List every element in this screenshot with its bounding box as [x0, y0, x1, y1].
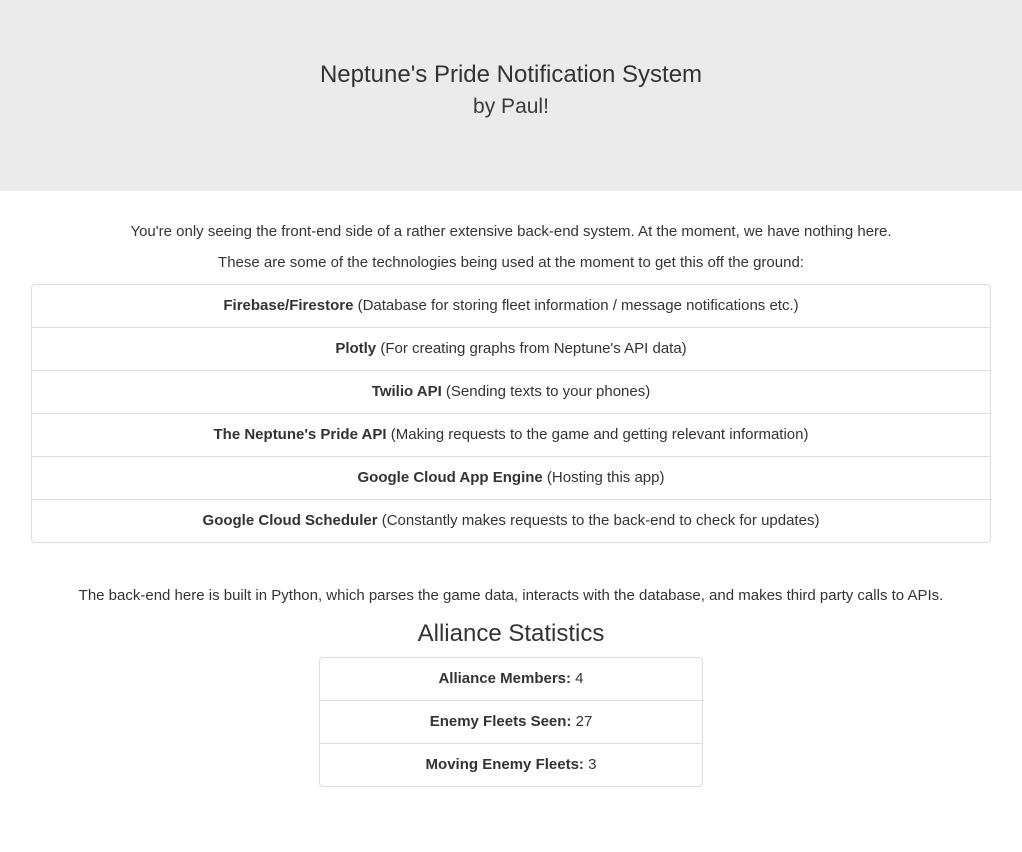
technology-description: (Hosting this app) [542, 469, 665, 486]
stat-item-alliance-members: Alliance Members: 4 [320, 658, 702, 700]
technology-description: (Sending texts to your phones) [441, 383, 651, 400]
technology-name: Google Cloud App Engine [357, 469, 543, 486]
stat-item-enemy-fleets-seen: Enemy Fleets Seen: 27 [320, 700, 702, 743]
alliance-stats-list: Alliance Members: 4 Enemy Fleets Seen: 2… [319, 657, 703, 787]
stat-value: 27 [571, 713, 593, 730]
list-item: Google Cloud Scheduler (Constantly makes… [32, 499, 990, 542]
technology-name: Firebase/Firestore [223, 297, 354, 314]
stats-title: Alliance Statistics [417, 620, 605, 647]
technology-name: The Neptune's Pride API [213, 426, 387, 443]
technology-description: (For creating graphs from Neptune's API … [376, 340, 687, 357]
technology-name: Plotly [335, 340, 377, 357]
intro-text: You're only seeing the front-end side of… [130, 223, 892, 240]
header-jumbotron: Neptune's Pride Notification System by P… [0, 0, 1022, 191]
technology-description: (Database for storing fleet information … [353, 297, 799, 314]
stat-item-moving-enemy-fleets: Moving Enemy Fleets: 3 [320, 743, 702, 786]
stat-value: 4 [571, 670, 584, 687]
technology-name: Google Cloud Scheduler [202, 512, 378, 529]
list-item: The Neptune's Pride API (Making requests… [32, 413, 990, 456]
list-item: Google Cloud App Engine (Hosting this ap… [32, 456, 990, 499]
stat-label: Enemy Fleets Seen: [429, 713, 572, 730]
list-item: Twilio API (Sending texts to your phones… [32, 370, 990, 413]
main-content: You're only seeing the front-end side of… [31, 222, 991, 787]
stat-value: 3 [583, 756, 597, 773]
technology-name: Twilio API [371, 383, 442, 400]
stat-label: Moving Enemy Fleets: [425, 756, 584, 773]
stat-label: Alliance Members: [438, 670, 572, 687]
list-item: Firebase/Firestore (Database for storing… [32, 285, 990, 327]
backend-description: The back-end here is built in Python, wh… [78, 587, 944, 604]
technologies-intro-text: These are some of the technologies being… [218, 254, 804, 271]
page-subtitle: by Paul! [473, 95, 549, 118]
technologies-list: Firebase/Firestore (Database for storing… [31, 284, 991, 543]
page-title: Neptune's Pride Notification System [319, 61, 703, 88]
technology-description: (Constantly makes requests to the back-e… [377, 512, 820, 529]
technology-description: (Making requests to the game and getting… [386, 426, 809, 443]
list-item: Plotly (For creating graphs from Neptune… [32, 327, 990, 370]
